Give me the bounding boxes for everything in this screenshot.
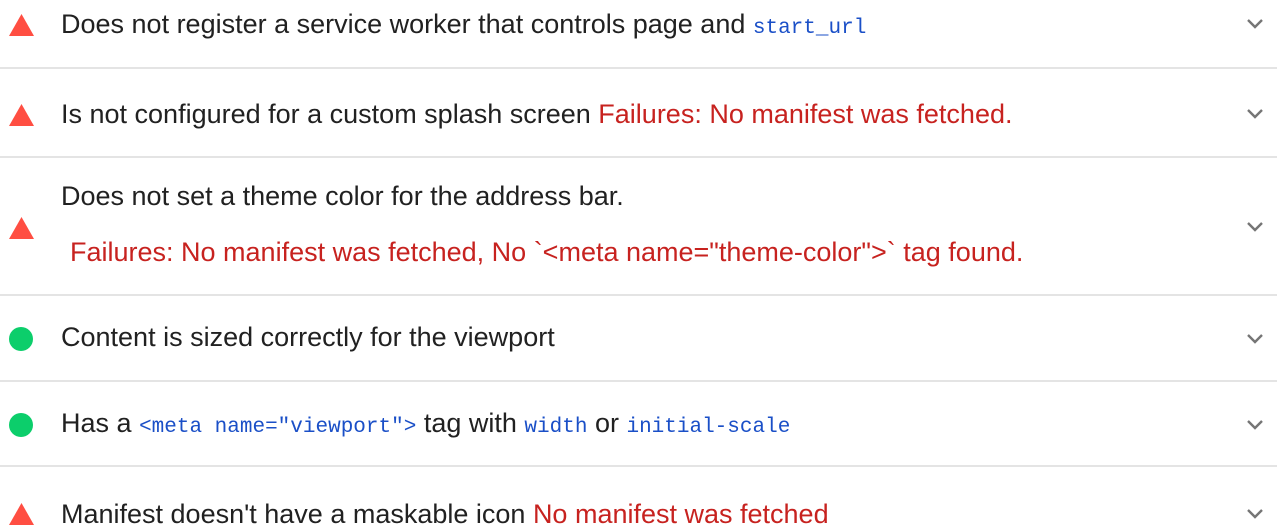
warning-triangle-icon <box>9 217 34 239</box>
code-width: width <box>524 416 588 439</box>
audit-title: Is not configured for a custom splash sc… <box>61 99 1013 129</box>
warning-triangle-icon <box>9 14 34 36</box>
audit-service-worker[interactable]: Does not register a service worker that … <box>0 0 1277 69</box>
audit-title: Does not set a theme color for the addre… <box>61 181 624 211</box>
audit-theme-color[interactable]: Does not set a theme color for the addre… <box>0 158 1277 296</box>
audit-title: Content is sized correctly for the viewp… <box>61 322 555 352</box>
code-initial-scale: initial-scale <box>626 416 791 439</box>
audit-list: Does not register a service worker that … <box>0 0 1277 529</box>
pass-circle-icon <box>9 327 33 351</box>
audit-splash-screen[interactable]: Is not configured for a custom splash sc… <box>0 69 1277 158</box>
failure-text: Failures: No manifest was fetched, No `<… <box>70 237 1024 267</box>
audit-title: Manifest doesn't have a maskable icon No… <box>61 499 829 529</box>
chevron-down-icon[interactable] <box>1246 221 1264 233</box>
audit-viewport[interactable]: Has a <meta name="viewport"> tag with wi… <box>0 382 1277 467</box>
audit-maskable-icon[interactable]: Manifest doesn't have a maskable icon No… <box>0 467 1277 529</box>
chevron-down-icon[interactable] <box>1246 419 1264 431</box>
audit-title: Does not register a service worker that … <box>61 9 867 40</box>
audit-content-width[interactable]: Content is sized correctly for the viewp… <box>0 296 1277 382</box>
audit-title: Has a <meta name="viewport"> tag with wi… <box>61 408 791 439</box>
pass-circle-icon <box>9 413 33 437</box>
chevron-down-icon[interactable] <box>1246 508 1264 520</box>
chevron-down-icon[interactable] <box>1246 108 1264 120</box>
failure-text: No manifest was fetched <box>532 499 829 529</box>
failure-text: Failures: No manifest was fetched. <box>598 99 1013 129</box>
warning-triangle-icon <box>9 503 34 525</box>
code-meta-viewport: <meta name="viewport"> <box>139 416 417 439</box>
chevron-down-icon[interactable] <box>1246 18 1264 30</box>
warning-triangle-icon <box>9 104 34 126</box>
code-start-url: start_url <box>752 17 867 40</box>
chevron-down-icon[interactable] <box>1246 333 1264 345</box>
